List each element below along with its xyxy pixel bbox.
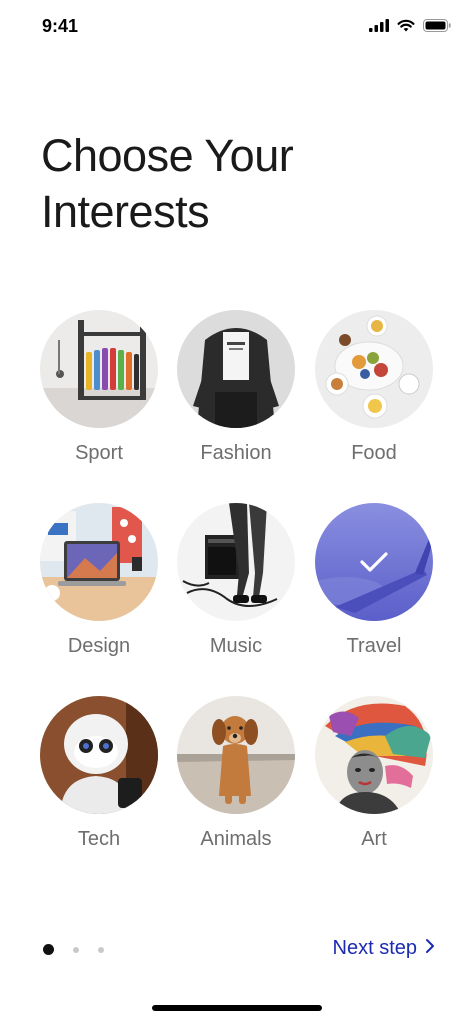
sport-image [40, 310, 158, 428]
interest-label-tech: Tech [77, 828, 121, 850]
interest-tile-animals[interactable]: Animals [177, 696, 295, 866]
page-title: Choose Your Interests [41, 128, 421, 240]
status-bar: 9:41 [0, 0, 473, 54]
interest-tile-art[interactable]: Art [315, 696, 433, 866]
music-image [177, 503, 295, 621]
interest-label-animals: Animals [200, 828, 272, 850]
next-step-label: Next step [332, 937, 417, 959]
page-dot [98, 946, 104, 953]
interest-tile-tech[interactable]: Tech [40, 696, 158, 866]
selected-check-icon [315, 503, 433, 621]
design-image [40, 503, 158, 621]
battery-icon [423, 19, 451, 37]
page-title-line2: Interests [41, 186, 210, 237]
interest-label-travel: Travel [346, 635, 402, 657]
art-image [315, 696, 433, 814]
fashion-image [177, 310, 295, 428]
cellular-signal-icon [369, 19, 389, 37]
food-image [315, 310, 433, 428]
interest-tile-fashion[interactable]: Fashion [177, 310, 295, 480]
interest-label-design: Design [67, 635, 131, 657]
interest-label-sport: Sport [75, 442, 123, 464]
interest-label-music: Music [209, 635, 263, 657]
interest-tile-travel[interactable]: Travel [315, 503, 433, 673]
status-time: 9:41 [42, 16, 79, 36]
next-step-button[interactable]: Next step [333, 937, 435, 960]
home-indicator[interactable] [152, 1005, 322, 1011]
interest-label-food: Food [351, 442, 397, 464]
page-dot [73, 946, 79, 953]
page-dot-active [43, 944, 54, 955]
page-indicator [43, 944, 104, 955]
interest-label-art: Art [361, 828, 387, 850]
page-title-line1: Choose Your [41, 130, 294, 181]
interest-tile-design[interactable]: Design [40, 503, 158, 673]
interest-tile-music[interactable]: Music [177, 503, 295, 673]
interest-tile-sport[interactable]: Sport [40, 310, 158, 480]
interest-label-fashion: Fashion [200, 442, 272, 464]
tech-image [40, 696, 158, 814]
animals-image [177, 696, 295, 814]
status-icons [369, 19, 451, 37]
chevron-right-icon [425, 937, 435, 960]
interest-tile-food[interactable]: Food [315, 310, 433, 480]
wifi-icon [397, 19, 415, 37]
